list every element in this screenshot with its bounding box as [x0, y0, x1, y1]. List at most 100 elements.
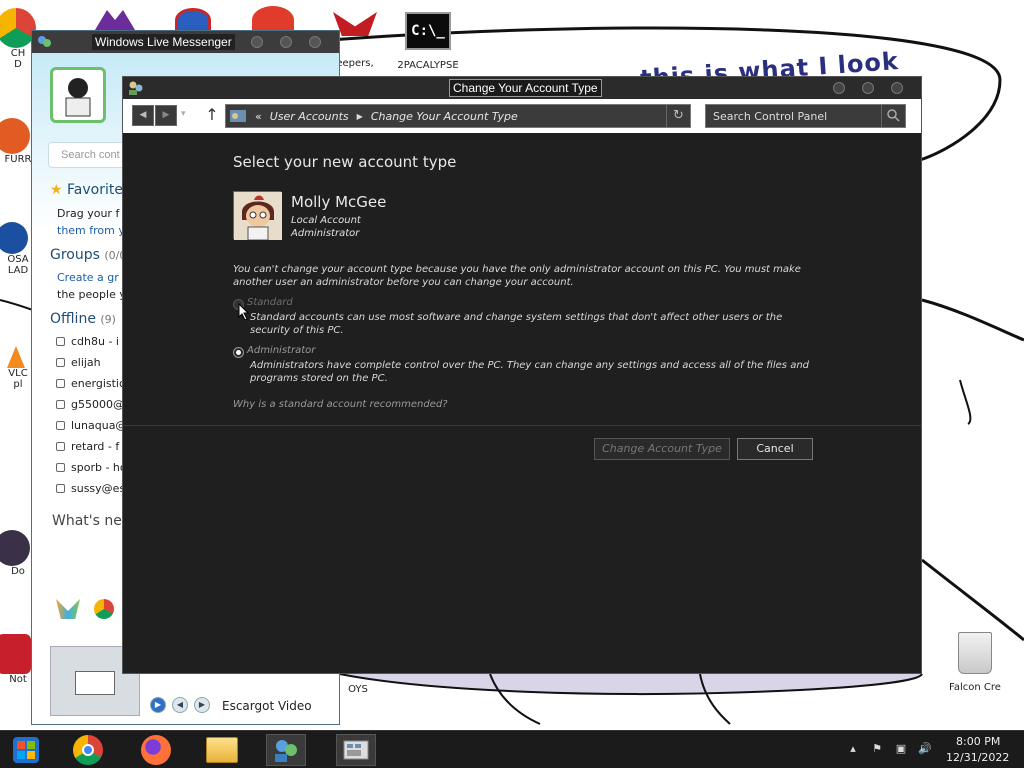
show-hidden-icons-chevron-icon[interactable]: ▴	[846, 742, 860, 756]
administrator-radio[interactable]	[233, 347, 244, 358]
breadcrumb-user-accounts[interactable]: User Accounts	[270, 110, 349, 123]
volume-icon[interactable]: 🔊	[918, 742, 932, 756]
taskbar-messenger[interactable]	[266, 734, 306, 766]
user-accounts-icon	[129, 81, 143, 95]
change-account-type-button[interactable]: Change Account Type	[594, 438, 730, 460]
desktop-icon-recycle-bin[interactable]: Falcon Cre	[940, 632, 1010, 693]
butterfly-icon[interactable]	[56, 599, 80, 619]
close-button[interactable]	[309, 36, 321, 48]
messenger-avatar[interactable]	[50, 67, 106, 123]
minimize-button[interactable]	[251, 36, 263, 48]
search-input[interactable]	[706, 105, 880, 127]
network-icon[interactable]: ▣	[894, 742, 908, 756]
forward-arrow-icon: ▶	[162, 110, 170, 120]
folder-icon	[206, 737, 238, 763]
taskbar-chrome[interactable]	[68, 734, 108, 766]
groups-heading[interactable]: Groups (0/0	[50, 247, 126, 263]
video-label: Escargot Video	[222, 699, 312, 713]
minimize-button[interactable]	[833, 82, 845, 94]
contact-name: energistic	[71, 377, 126, 390]
contact-item[interactable]: sussy@es	[56, 482, 125, 495]
preview-window-icon	[75, 671, 115, 695]
messenger-title: Windows Live Messenger	[92, 34, 235, 50]
clock-time[interactable]: 8:00 PM	[956, 735, 1000, 748]
refresh-icon[interactable]: ↻	[666, 105, 690, 127]
desktop-icon-app[interactable]	[175, 8, 215, 32]
video-prev-icon[interactable]: ◀	[172, 697, 188, 713]
app-icon	[0, 530, 30, 566]
desktop-icon-label: Falcon Cre	[949, 682, 1001, 693]
maximize-button[interactable]	[280, 36, 292, 48]
back-button[interactable]: ◀	[132, 105, 154, 126]
favorites-hint-link[interactable]: them from y	[57, 224, 125, 237]
flag-icon[interactable]: ⚑	[870, 742, 884, 756]
taskbar: ▴ ⚑ ▣ 🔊 8:00 PM 12/31/2022	[0, 730, 1024, 768]
clock-date[interactable]: 12/31/2022	[946, 751, 1009, 764]
groups-hint: the people y	[57, 288, 126, 301]
contact-item[interactable]: energistic	[56, 377, 125, 390]
contact-status-icon	[56, 358, 65, 367]
why-standard-account-link[interactable]: Why is a standard account recommended?	[233, 399, 448, 410]
firefox-icon	[141, 735, 171, 765]
search-icon[interactable]	[881, 105, 905, 127]
standard-label: Standard	[247, 297, 293, 308]
navigation-bar: ◀ ▶ ▾ ↑ « User Accounts ▶ Change Your Ac…	[123, 99, 921, 133]
breadcrumb-separator-icon[interactable]: ▶	[357, 112, 363, 121]
contact-item[interactable]: sporb - ho	[56, 461, 127, 474]
user-avatar-image	[234, 192, 282, 241]
offline-heading[interactable]: Offline (9)	[50, 311, 116, 327]
contact-item[interactable]: elijah	[56, 356, 101, 369]
back-arrow-icon: ◀	[139, 110, 147, 120]
desktop-icon-visual-studio[interactable]	[95, 10, 139, 30]
desktop-icon-label: 2PACALYPSE	[397, 60, 459, 71]
favorites-heading[interactable]: ★ Favorite	[50, 182, 123, 198]
user-account-kind: Local Account	[291, 215, 361, 226]
standard-description: Standard accounts can use most software …	[250, 312, 783, 336]
taskbar-firefox[interactable]	[136, 734, 176, 766]
app-icon	[175, 8, 211, 32]
cannot-change-notice: You can't change your account type becau…	[233, 264, 801, 288]
control-panel-icon	[343, 740, 369, 760]
vlc-cone-icon	[7, 346, 25, 368]
video-next-icon[interactable]: ▶	[194, 697, 210, 713]
breadcrumb-overflow[interactable]: «	[255, 110, 262, 123]
maximize-button[interactable]	[862, 82, 874, 94]
groups-label: Groups	[50, 247, 100, 263]
chrome-small-icon[interactable]	[94, 599, 114, 619]
up-arrow-icon[interactable]: ↑	[205, 105, 219, 125]
contact-status-icon	[56, 463, 65, 472]
messenger-titlebar[interactable]: Windows Live Messenger	[32, 31, 339, 53]
breadcrumb-change-account-type[interactable]: Change Your Account Type	[371, 110, 518, 123]
recycle-bin-icon	[958, 632, 992, 674]
dialog-titlebar[interactable]: Change Your Account Type	[123, 77, 921, 99]
contact-item[interactable]: cdh8u - i a	[56, 335, 129, 348]
contact-name: retard - f	[71, 440, 120, 453]
create-group-link[interactable]: Create a gr	[57, 271, 119, 284]
contact-name: cdh8u - i a	[71, 335, 130, 348]
start-button[interactable]	[6, 734, 46, 766]
command-prompt-icon: C:\_	[405, 12, 451, 50]
search-control-panel-box[interactable]	[705, 104, 906, 128]
recent-locations-chevron-icon[interactable]: ▾	[181, 109, 186, 119]
taskbar-file-explorer[interactable]	[202, 734, 242, 766]
favorites-hint: Drag your f	[57, 207, 120, 220]
app-icon	[0, 222, 28, 254]
forward-button[interactable]: ▶	[155, 105, 177, 126]
contact-item[interactable]: retard - f	[56, 440, 119, 453]
desktop-icon-oys: OYS	[338, 684, 378, 695]
button-divider	[123, 425, 921, 426]
change-account-type-window[interactable]: Change Your Account Type ◀ ▶ ▾ ↑ « User …	[122, 76, 922, 674]
close-button[interactable]	[891, 82, 903, 94]
page-heading: Select your new account type	[233, 153, 457, 171]
desktop-icon-2pacalypse[interactable]: C:\_ 2PACALYPSE	[395, 12, 461, 71]
contact-name: sussy@es	[71, 482, 126, 495]
contact-name: elijah	[71, 356, 101, 369]
contact-item[interactable]: g55000@e	[56, 398, 131, 411]
chrome-icon	[73, 735, 103, 765]
offline-label: Offline	[50, 311, 96, 327]
cancel-button[interactable]: Cancel	[737, 438, 813, 460]
address-bar[interactable]: « User Accounts ▶ Change Your Account Ty…	[225, 104, 691, 128]
whats-new-heading: What's ne	[52, 513, 122, 529]
video-play-icon[interactable]: ▶	[150, 697, 166, 713]
taskbar-control-panel[interactable]	[336, 734, 376, 766]
